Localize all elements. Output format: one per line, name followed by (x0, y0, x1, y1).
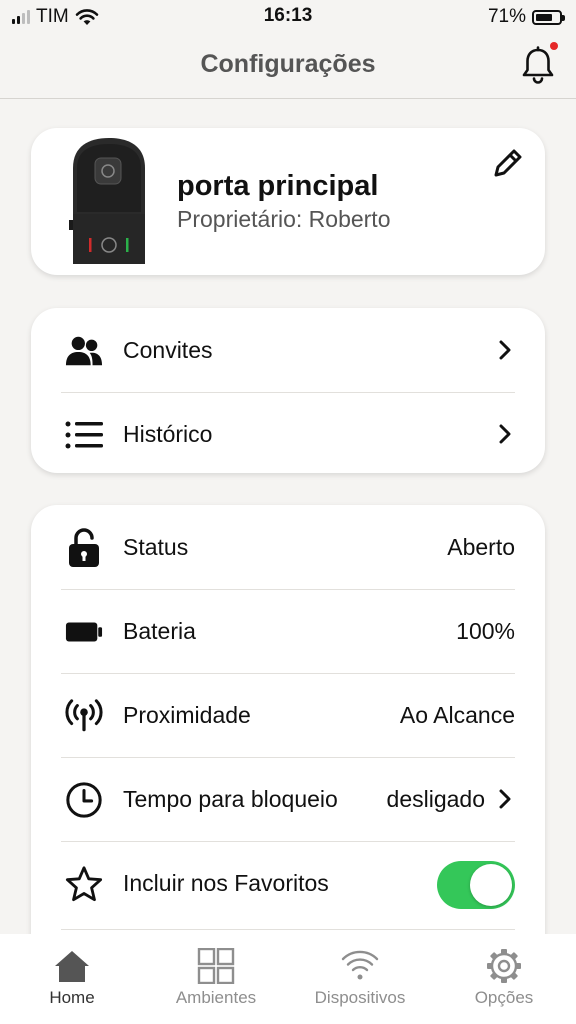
battery-row: Bateria 100% (61, 589, 515, 674)
device-owner: Proprietário: Roberto (177, 206, 391, 232)
chevron-right-icon (499, 340, 511, 360)
lock-time-label: Tempo para bloqueio (123, 786, 338, 812)
wifi-icon (341, 950, 379, 980)
device-settings-card: Status Aberto Bateria 100% Proximidade A… (31, 505, 545, 965)
tab-bar: Home Ambientes Dispositivos Opções (0, 934, 576, 1024)
notifications-button[interactable] (518, 42, 558, 86)
users-icon (65, 332, 103, 370)
favorites-row: Incluir nos Favoritos (61, 841, 515, 930)
favorites-label: Incluir nos Favoritos (123, 870, 329, 896)
tab-opcoes[interactable]: Opções (432, 948, 576, 1018)
unlocked-padlock-icon (65, 528, 103, 567)
proximity-row: Proximidade Ao Alcance (61, 673, 515, 758)
clock-icon (65, 781, 103, 819)
home-icon (55, 951, 89, 982)
smart-lock-device-image (69, 138, 145, 264)
bell-icon (522, 46, 554, 84)
tab-dispositivos[interactable]: Dispositivos (288, 948, 432, 1018)
edit-device-button[interactable] (491, 146, 525, 180)
lock-time-row[interactable]: Tempo para bloqueio desligado (61, 757, 515, 842)
tab-home[interactable]: Home (0, 948, 144, 1018)
battery-status-icon (532, 9, 565, 25)
proximity-value: Ao Alcance (399, 702, 515, 728)
battery-label: Bateria (123, 618, 196, 644)
pencil-icon (494, 149, 522, 177)
invites-label: Convites (123, 337, 213, 363)
list-icon (65, 416, 103, 454)
tab-home-label: Home (49, 988, 95, 1007)
invites-row[interactable]: Convites (61, 308, 515, 393)
battery-icon (65, 613, 103, 651)
battery-percent: 71% (487, 6, 526, 27)
lock-time-value: desligado (386, 786, 485, 812)
battery-status: 71% (487, 6, 565, 28)
broadcast-icon (65, 697, 103, 735)
chevron-right-icon (499, 424, 511, 444)
chevron-right-icon (499, 789, 511, 809)
tab-ambientes-label: Ambientes (175, 988, 257, 1007)
status-label: Status (123, 534, 189, 560)
favorites-toggle[interactable] (437, 861, 515, 909)
device-card: porta principal Proprietário: Roberto (31, 128, 545, 275)
device-name: porta principal (177, 170, 379, 202)
status-bar: TIM 16:13 71% (0, 0, 576, 34)
toggle-knob (470, 864, 512, 906)
navigation-card: Convites Histórico (31, 308, 545, 473)
notification-badge (550, 42, 558, 50)
history-label: Histórico (123, 421, 213, 447)
page-title: Configurações (200, 50, 376, 78)
app-header: Configurações (0, 34, 576, 99)
tab-opcoes-label: Opções (474, 988, 534, 1007)
history-row[interactable]: Histórico (61, 392, 515, 476)
battery-value: 100% (456, 618, 515, 644)
tab-ambientes[interactable]: Ambientes (144, 948, 288, 1018)
gear-icon (487, 949, 521, 983)
status-value: Aberto (447, 534, 515, 560)
tab-dispositivos-label: Dispositivos (314, 988, 406, 1007)
status-row: Status Aberto (61, 505, 515, 590)
grid-icon (197, 948, 235, 984)
star-icon (65, 865, 103, 903)
proximity-label: Proximidade (123, 702, 251, 728)
